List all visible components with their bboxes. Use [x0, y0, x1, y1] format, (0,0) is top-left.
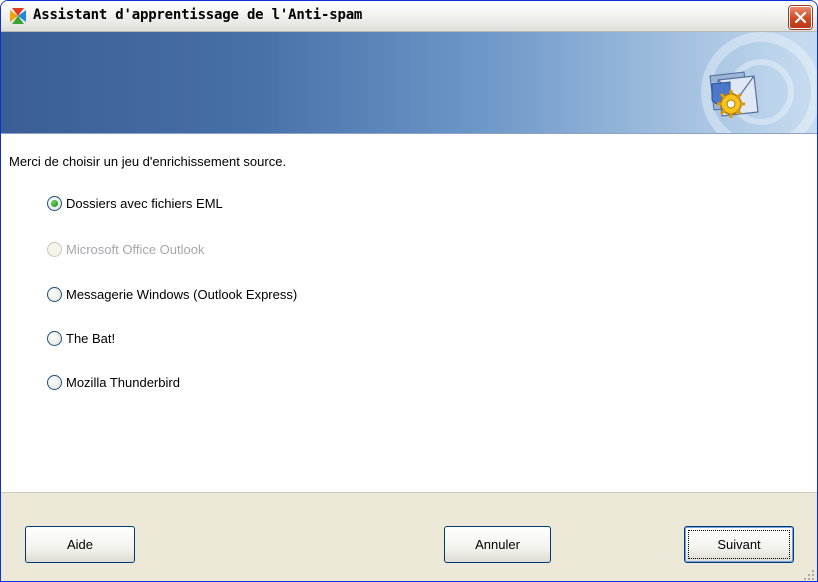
close-button[interactable]: [789, 6, 812, 29]
option-label: The Bat!: [66, 330, 116, 346]
antispam-envelope-gear-icon: [704, 66, 764, 126]
app-logo-icon: [9, 7, 27, 25]
radio-selected-dot: [51, 199, 58, 207]
help-button-label: Aide: [66, 537, 94, 552]
cancel-button[interactable]: Annuler: [444, 526, 551, 563]
option-outlook: Microsoft Office Outlook: [47, 241, 204, 257]
option-label: Microsoft Office Outlook: [66, 241, 205, 257]
next-button[interactable]: Suivant: [684, 526, 794, 563]
option-the-bat[interactable]: The Bat!: [47, 330, 115, 346]
option-eml-folders[interactable]: Dossiers avec fichiers EML: [47, 195, 223, 211]
wizard-window: Assistant d'apprentissage de l'Anti-spam: [0, 0, 818, 582]
cancel-button-label: Annuler: [475, 537, 520, 552]
instruction-text: Merci de choisir un jeu d'enrichissement…: [9, 154, 287, 169]
focus-rectangle: [688, 530, 790, 559]
option-label: Mozilla Thunderbird: [66, 374, 180, 390]
size-grip-icon[interactable]: [801, 566, 815, 580]
title-bar[interactable]: Assistant d'apprentissage de l'Anti-spam: [1, 1, 817, 32]
radio-outlook: [47, 241, 62, 257]
option-label: Dossiers avec fichiers EML: [66, 195, 223, 211]
radio-windows-mail[interactable]: [47, 286, 62, 302]
radio-thunderbird[interactable]: [47, 374, 62, 390]
option-thunderbird[interactable]: Mozilla Thunderbird: [47, 374, 180, 390]
option-windows-mail[interactable]: Messagerie Windows (Outlook Express): [47, 286, 297, 302]
radio-eml-folders[interactable]: [47, 195, 62, 211]
header-banner: [1, 32, 817, 134]
window-title: Assistant d'apprentissage de l'Anti-spam: [33, 7, 363, 23]
help-button[interactable]: Aide: [25, 526, 135, 563]
wizard-content: Merci de choisir un jeu d'enrichissement…: [1, 134, 817, 493]
radio-the-bat[interactable]: [47, 330, 62, 346]
option-label: Messagerie Windows (Outlook Express): [66, 286, 298, 302]
